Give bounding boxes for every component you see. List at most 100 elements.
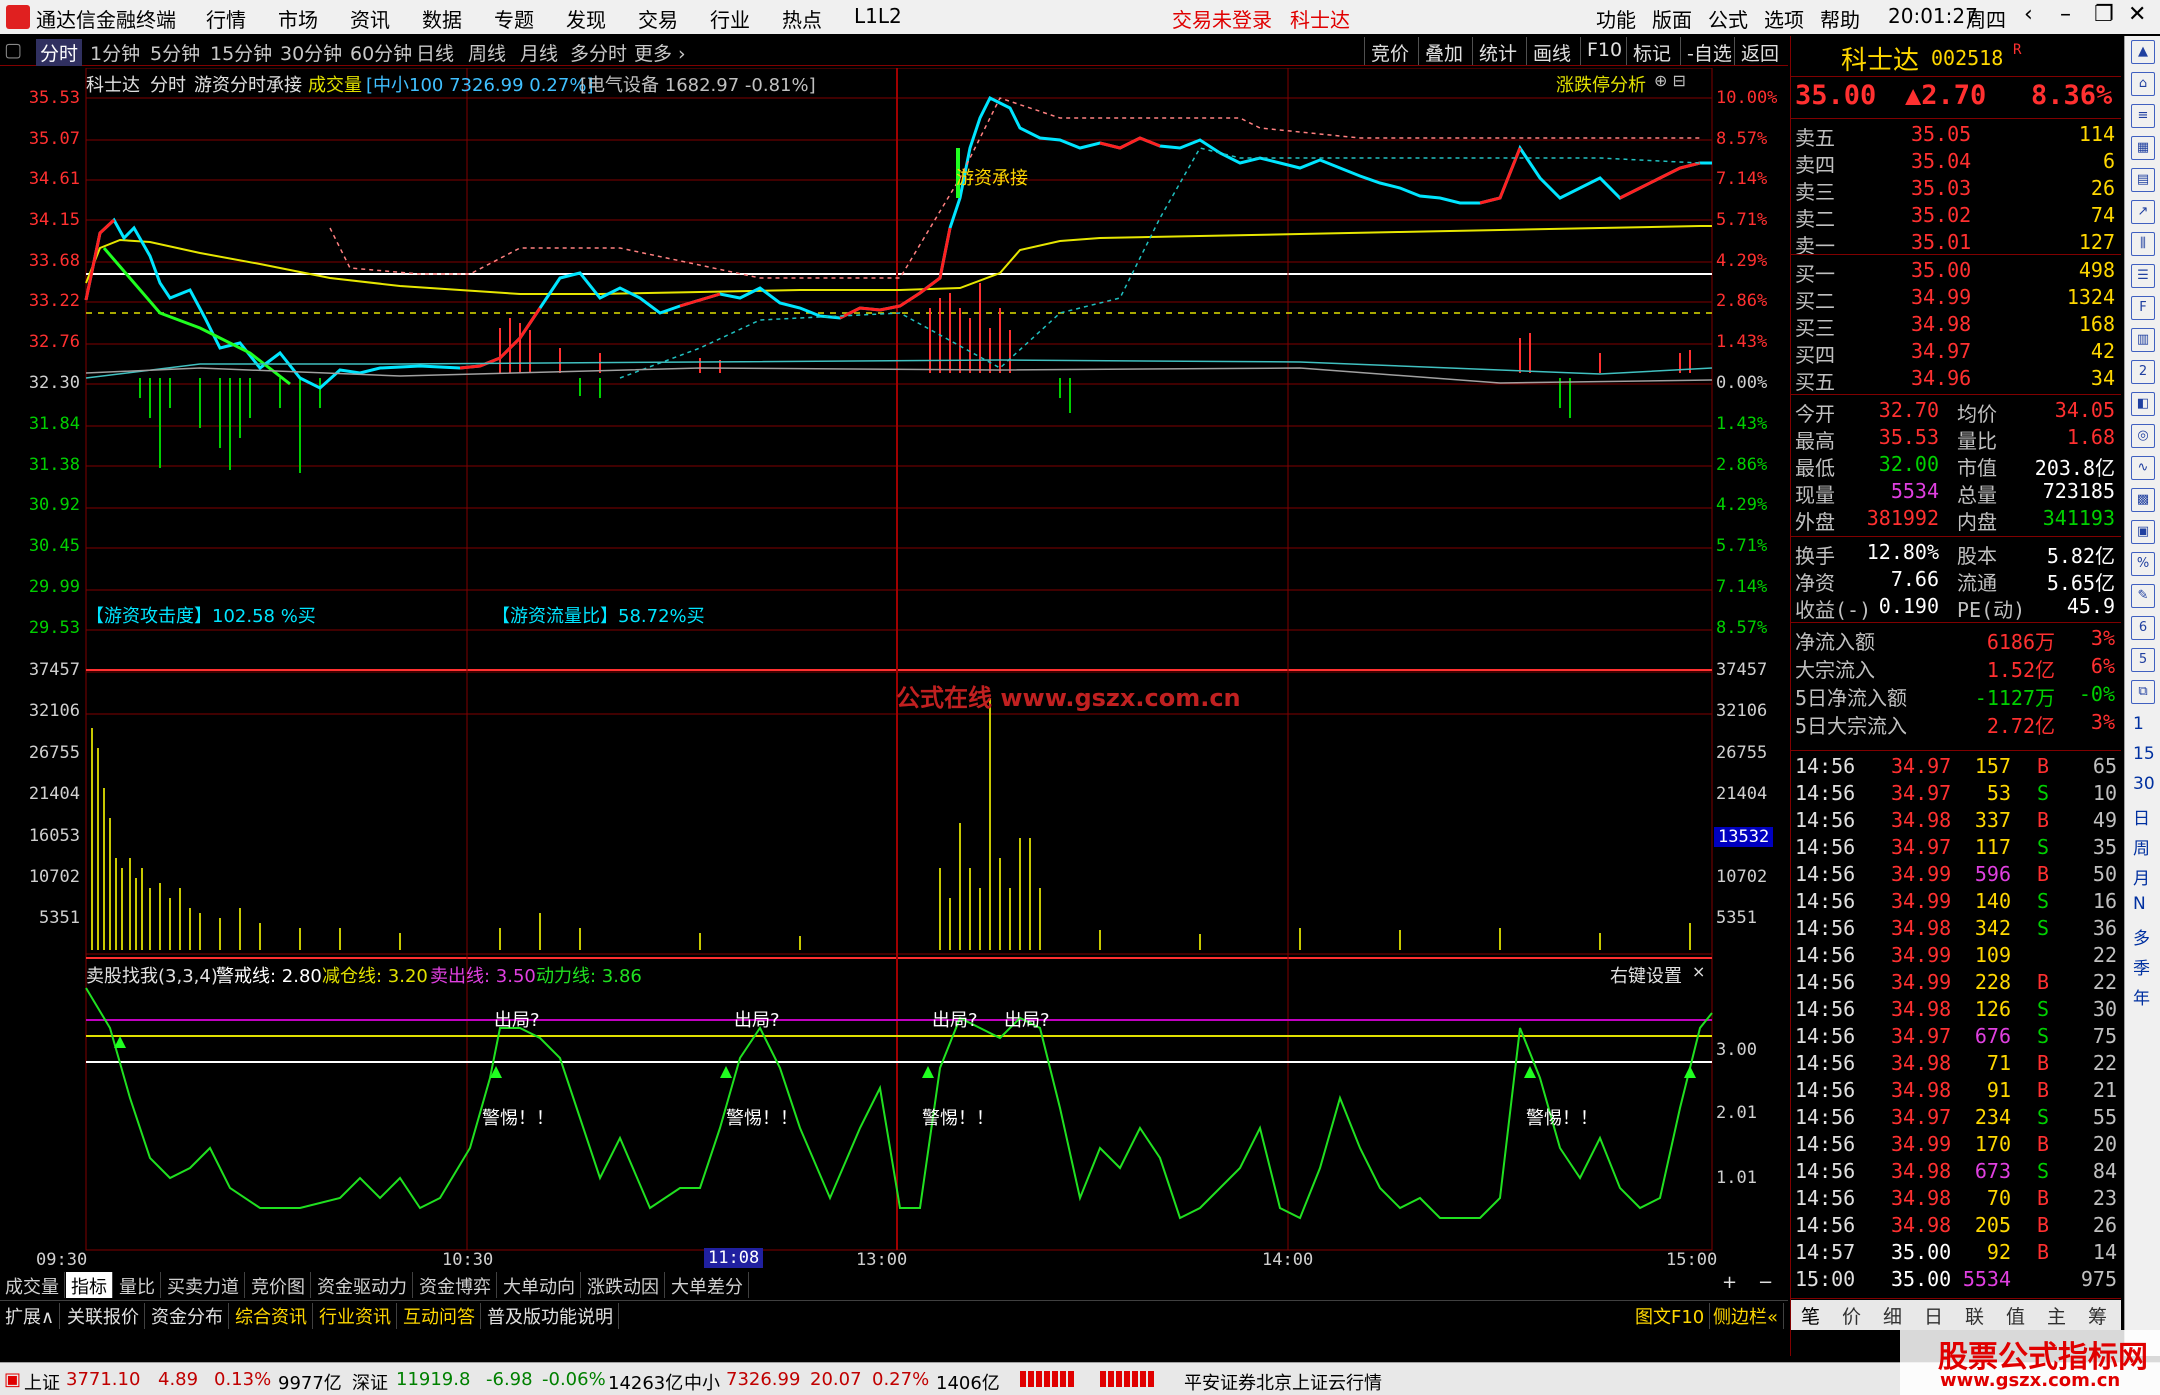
sidebar-char[interactable]: 季 (2133, 954, 2150, 979)
f10-icon[interactable]: F (2131, 296, 2155, 320)
quote-tab[interactable]: 值 (2006, 1302, 2025, 1329)
indicator-settings[interactable]: 右键设置 (1610, 962, 1682, 988)
sidebar-char[interactable]: 1 (2133, 714, 2144, 734)
tab-capital-drive[interactable]: 资金驱动力 (312, 1272, 413, 1298)
tab-capital-dist[interactable]: 资金分布 (146, 1303, 229, 1329)
up-arrow-icon[interactable]: ▲ (2131, 40, 2155, 64)
btn-stats[interactable]: 统计 (1472, 37, 1523, 65)
menu-topic[interactable]: 专题 (494, 4, 534, 33)
zx-name[interactable]: 中小 (684, 1369, 720, 1395)
bid-row[interactable]: 买五 34.96 34 (1791, 366, 2121, 394)
period-multi[interactable]: 多分时 (566, 39, 631, 66)
settings-icon[interactable]: ⊕ ⊟ (1654, 71, 1686, 90)
tick-row[interactable]: 14:57 35.00 92 B 14 (1791, 1240, 2121, 1267)
close-icon[interactable]: ✕ (2128, 2, 2146, 27)
layers-icon[interactable]: ⧉ (2131, 680, 2155, 704)
menu-function[interactable]: 功能 (1596, 4, 1636, 33)
tab-indicator[interactable]: 指标 (66, 1272, 113, 1298)
tab-volume-ratio[interactable]: 量比 (114, 1272, 161, 1298)
btn-overlay[interactable]: 叠加 (1418, 37, 1469, 65)
bid-row[interactable]: 买二 34.99 1324 (1791, 285, 2121, 313)
stat-row[interactable]: 最高 35.53 量比 1.68 (1791, 425, 2121, 453)
menu-options[interactable]: 选项 (1764, 4, 1804, 33)
ask-row[interactable]: 卖二 35.02 74 (1791, 203, 2121, 231)
tick-row[interactable]: 14:56 34.98 673 S 84 (1791, 1159, 2121, 1186)
menu-trade[interactable]: 交易 (638, 4, 678, 33)
ask-row[interactable]: 卖一 35.01 127 (1791, 230, 2121, 258)
home-icon[interactable]: ⌂ (2131, 72, 2155, 96)
tick-row[interactable]: 14:56 34.98 126 S 30 (1791, 997, 2121, 1024)
btn-f10[interactable]: F10 (1580, 37, 1628, 65)
intraday-chart[interactable]: 科士达 分时 游资分时承接 成交量 [中小100 7326.99 0.27%] … (0, 68, 1788, 1270)
period-day[interactable]: 日线 (412, 39, 458, 66)
f5-icon[interactable]: 5 (2131, 648, 2155, 672)
sz-name[interactable]: 深证 (352, 1369, 388, 1395)
tick-row[interactable]: 14:56 34.97 157 B 65 (1791, 754, 2121, 781)
tick-row[interactable]: 14:56 34.97 117 S 35 (1791, 835, 2121, 862)
bid-row[interactable]: 买三 34.98 168 (1791, 312, 2121, 340)
menu-hq[interactable]: 行情 (206, 4, 246, 33)
sidebar-char[interactable]: 日 (2133, 804, 2150, 829)
tab-capital-game[interactable]: 资金博弈 (414, 1272, 497, 1298)
sidebar-char[interactable]: 月 (2133, 864, 2150, 889)
zoom-out-icon[interactable]: − (1758, 1272, 1773, 1293)
bid-row[interactable]: 买四 34.97 42 (1791, 339, 2121, 367)
candle-icon[interactable]: ⫼ (2131, 232, 2155, 256)
tick-row[interactable]: 14:56 34.99 596 B 50 (1791, 862, 2121, 889)
tab-expand[interactable]: 扩展∧ (0, 1303, 61, 1329)
tick-row[interactable]: 14:56 34.99 109 22 (1791, 943, 2121, 970)
ask-row[interactable]: 卖三 35.03 26 (1791, 176, 2121, 204)
f2-icon[interactable]: 2 (2131, 360, 2155, 384)
menu-market[interactable]: 市场 (278, 4, 318, 33)
tab-qa[interactable]: 互动问答 (398, 1303, 481, 1329)
sidebar-char[interactable]: 多 (2133, 924, 2150, 949)
period-15min[interactable]: 15分钟 (206, 39, 276, 66)
login-status[interactable]: 交易未登录 (1172, 4, 1272, 33)
btn-mark[interactable]: 标记 (1626, 37, 1677, 65)
restore-icon[interactable]: ❐ (2094, 2, 2114, 27)
tick-row[interactable]: 14:56 34.99 228 B 22 (1791, 970, 2121, 997)
tick-row[interactable]: 15:00 35.00 5534 975 (1791, 1267, 2121, 1294)
bid-row[interactable]: 买一 35.00 498 (1791, 258, 2121, 286)
quote-tab[interactable]: 笔 (1801, 1302, 1820, 1329)
quote-tab[interactable]: 细 (1883, 1302, 1902, 1329)
period-more[interactable]: 更多 › (630, 39, 690, 66)
menu-layout[interactable]: 版面 (1652, 4, 1692, 33)
trend-icon[interactable]: ↗ (2131, 200, 2155, 224)
tick-row[interactable]: 14:56 34.98 342 S 36 (1791, 916, 2121, 943)
flow-row[interactable]: 5日大宗流入 2.72亿 3% (1791, 710, 2121, 738)
stats-icon[interactable]: ▩ (2131, 488, 2155, 512)
period-1min[interactable]: 1分钟 (86, 39, 144, 66)
menu-discover[interactable]: 发现 (566, 4, 606, 33)
period-30min[interactable]: 30分钟 (276, 39, 346, 66)
quote-tab[interactable]: 联 (1965, 1302, 1984, 1329)
btn-return[interactable]: 返回 (1734, 37, 1785, 65)
limit-analysis-link[interactable]: 涨跌停分析 (1556, 71, 1646, 97)
grid-icon[interactable]: ▦ (2131, 136, 2155, 160)
period-5min[interactable]: 5分钟 (146, 39, 204, 66)
period-week[interactable]: 周线 (464, 39, 510, 66)
tab-limit-cause[interactable]: 涨跌动因 (582, 1272, 665, 1298)
tick-row[interactable]: 14:56 34.97 53 S 10 (1791, 781, 2121, 808)
tab-news[interactable]: 综合资讯 (230, 1303, 313, 1329)
chart-formula[interactable]: 游资分时承接 (194, 71, 302, 97)
tick-row[interactable]: 14:56 34.99 140 S 16 (1791, 889, 2121, 916)
radar-icon[interactable]: ◎ (2131, 424, 2155, 448)
btn-draw[interactable]: 画线 (1526, 37, 1577, 65)
quote-tab[interactable]: 筹 (2088, 1302, 2107, 1329)
ask-row[interactable]: 卖四 35.04 6 (1791, 149, 2121, 177)
btn-auction[interactable]: 竞价 (1364, 37, 1415, 65)
tick-row[interactable]: 14:56 34.97 234 S 55 (1791, 1105, 2121, 1132)
sidebar-char[interactable]: 年 (2133, 984, 2150, 1009)
pen-icon[interactable]: ✎ (2131, 584, 2155, 608)
stat-row[interactable]: 最低 32.00 市值 203.8亿 (1791, 452, 2121, 480)
table-icon[interactable]: ▤ (2131, 168, 2155, 192)
tab-buysell-force[interactable]: 买卖力道 (162, 1272, 245, 1298)
flow-row[interactable]: 大宗流入 1.52亿 6% (1791, 654, 2121, 682)
stat-row[interactable]: 外盘 381992 内盘 341193 (1791, 506, 2121, 534)
chart-icon[interactable]: ◧ (2131, 392, 2155, 416)
menu-hot[interactable]: 热点 (782, 4, 822, 33)
percent-icon[interactable]: % (2131, 552, 2155, 576)
period-intraday[interactable]: 分时 (36, 39, 83, 66)
tick-row[interactable]: 14:56 34.98 91 B 21 (1791, 1078, 2121, 1105)
